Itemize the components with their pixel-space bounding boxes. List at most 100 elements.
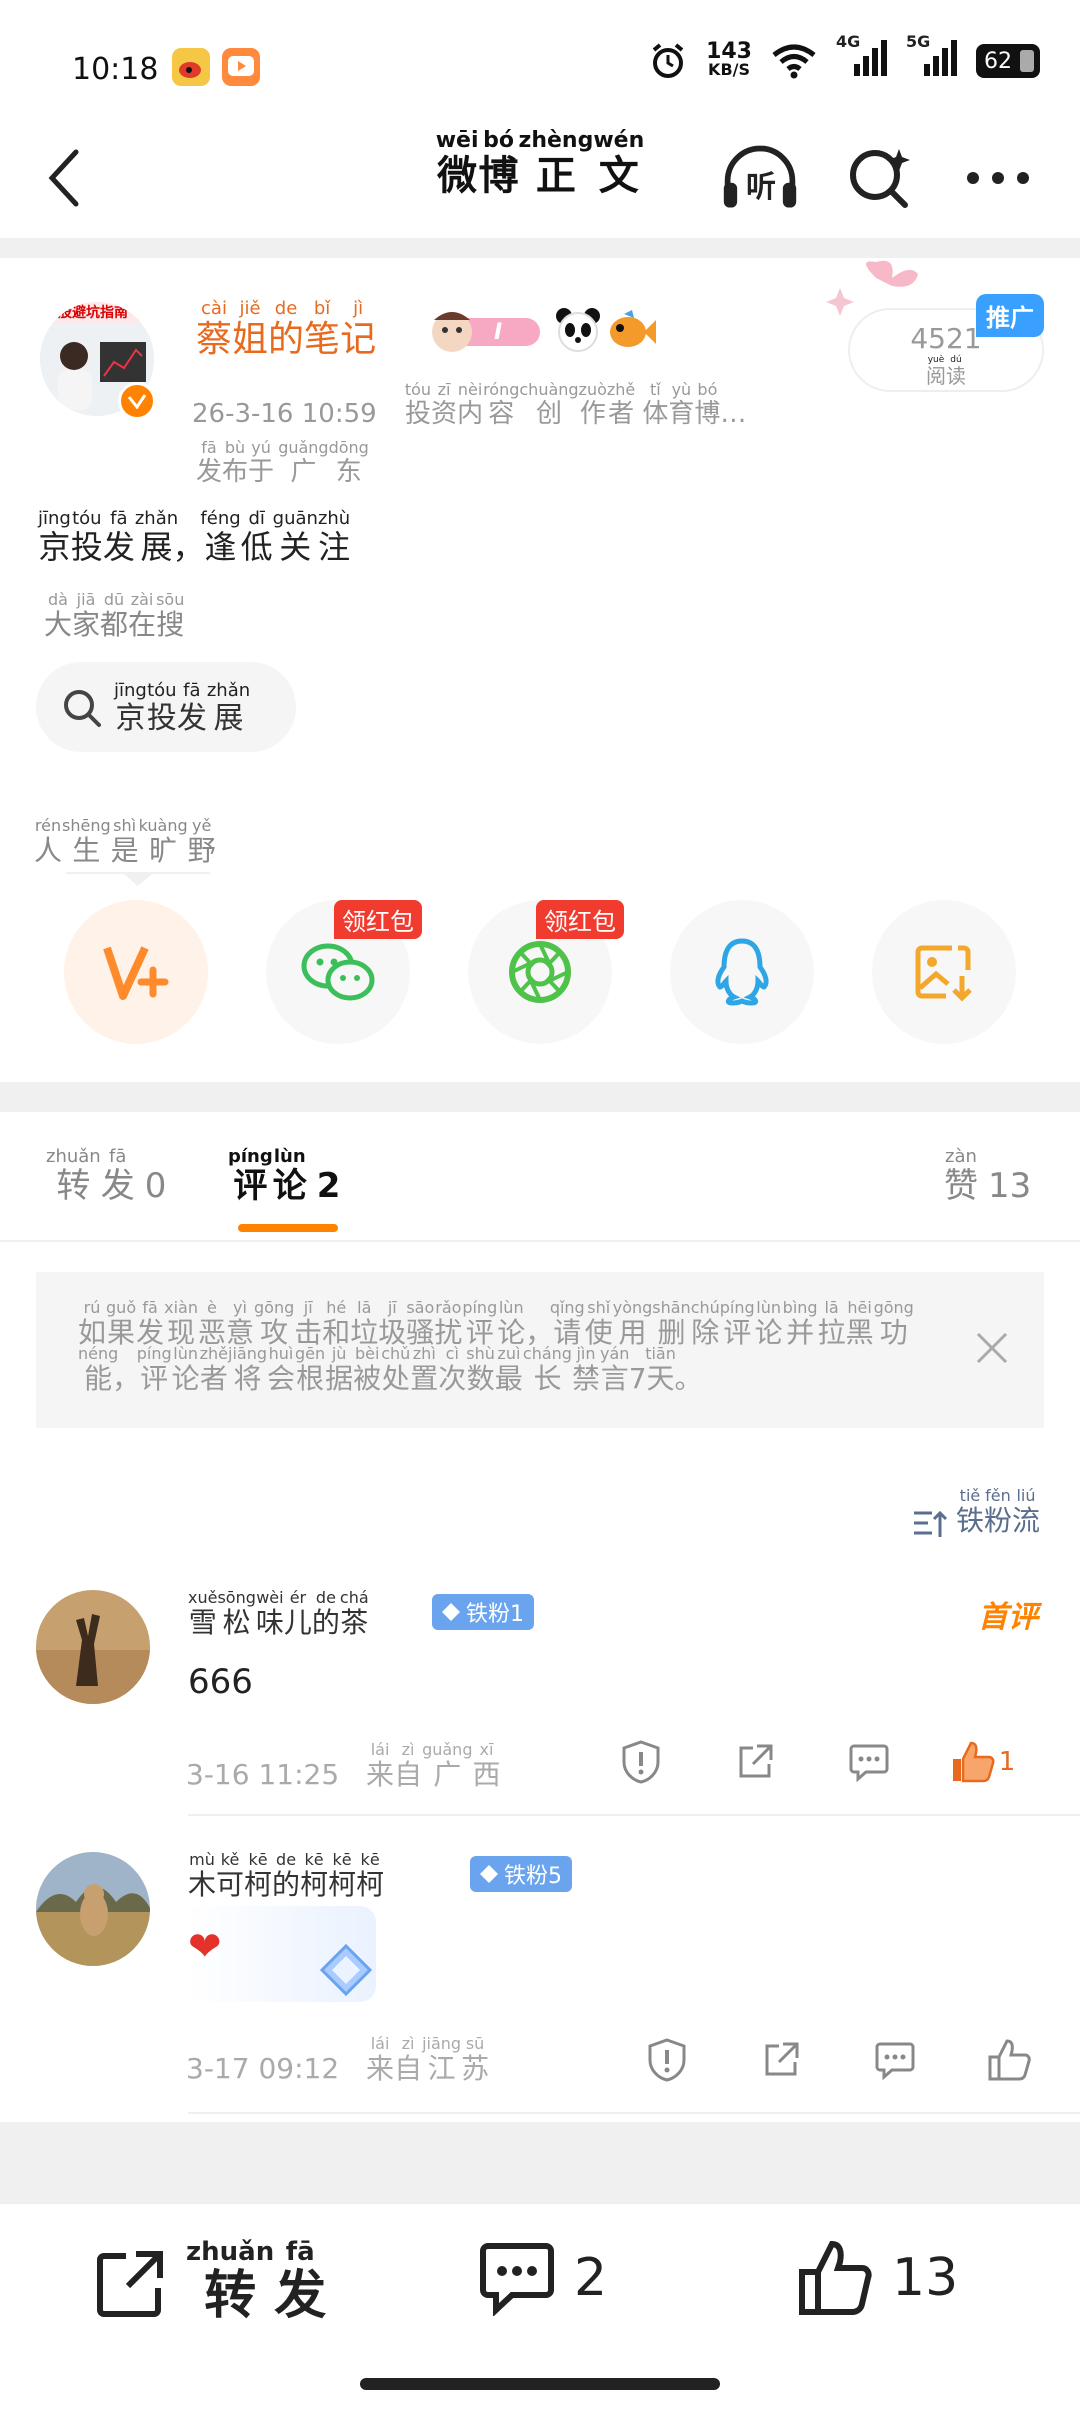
comment-bubble-icon [480, 2243, 554, 2316]
level-badge: I [428, 306, 544, 360]
diamond-icon [480, 1865, 498, 1883]
commenter-name[interactable]: 木mù可kě柯kē的de柯kē柯kē柯kē [188, 1850, 384, 1903]
report-shield-icon [622, 1740, 660, 1784]
creator-tag[interactable]: 投tóu资zī内nèi容róng创chuàng作zuò者zhě 体tǐ育yù博b… [405, 380, 747, 429]
fan-badge: 铁粉5 [470, 1856, 572, 1892]
post-location: 发fā布bù于yú 广guǎng东dōng [196, 438, 369, 487]
fan-badge-text: 铁粉1 [466, 1602, 524, 1627]
comment-like-button[interactable] [952, 2030, 1066, 2090]
more-dots-icon [967, 172, 1029, 184]
repost-comment-button[interactable] [724, 2030, 838, 2090]
tab-likes-count: 13 [988, 1166, 1032, 1206]
sort-toggle[interactable]: 铁tiě粉fěn流liú [912, 1486, 1040, 1539]
comment-text: 666 [188, 1662, 253, 1702]
share-qq-button[interactable] [670, 900, 814, 1044]
comment-item: 雪xuě松sōng味wèi儿ér的de茶chá 铁粉1 首评 666 3-16 … [0, 1582, 1080, 1822]
post-meta: 26-3-16 10:59 投tóu资zī内nèi容róng创chuàng作zu… [192, 380, 747, 430]
sticker-card: ❤ [186, 1906, 376, 2002]
comment-location: 来lái自zì广guǎng西xī [366, 1740, 501, 1791]
comment-time: 3-16 11:25 [186, 1758, 340, 1791]
vplus-icon [103, 946, 169, 1000]
post-timestamp: 26-3-16 10:59 [192, 399, 377, 429]
status-bar: 10:18 143 KB/S 4G 5G 62 [0, 0, 1080, 120]
sparkle-search-icon [850, 149, 910, 208]
redpack-tag-moments: 领红包 [536, 900, 624, 939]
report-button[interactable] [610, 2030, 724, 2090]
fan-badge-text: 铁粉5 [504, 1864, 562, 1889]
panda-icon [554, 306, 602, 358]
share-vplus-button[interactable] [64, 900, 208, 1044]
share-icon [765, 2042, 799, 2076]
report-button[interactable] [584, 1732, 698, 1792]
alarm-icon [652, 43, 684, 78]
reply-button[interactable] [812, 1732, 926, 1792]
heart-emoji: ❤ [188, 1924, 222, 1970]
redpack-tag-wechat: 领红包 [334, 900, 422, 939]
comment-actions [610, 2030, 1066, 2090]
author-name[interactable]: 蔡cài姐jiě的de笔bǐ记jì [196, 298, 376, 362]
fan-badge: 铁粉1 [432, 1594, 534, 1630]
qq-icon [715, 938, 769, 1006]
comment-meta: 3-16 11:25 来lái自zì广guǎng西xī [186, 1740, 501, 1793]
diamond-sticker-icon [319, 1943, 373, 1997]
footer-band [0, 2122, 1080, 2202]
close-icon[interactable] [974, 1330, 1010, 1366]
topic-search-chip[interactable]: 京jīng投tóu发fā展zhǎn [36, 662, 296, 752]
listen-button[interactable]: 听 [720, 138, 800, 218]
comment-item: 木mù可kě柯kē的de柯kē柯kē柯kē 铁粉5 ❤ 3-17 09:12 来… [0, 1840, 1080, 2120]
comment-notice: 如rú果guǒ发fā现xiàn恶è意yì攻gōng击jī和hé垃lā圾jī骚sā… [36, 1272, 1044, 1428]
repost-icon [97, 2251, 163, 2317]
comment-count: 2 [574, 2248, 608, 2308]
sort-icon [913, 1510, 948, 1537]
tab-likes[interactable]: 赞zàn 13 [944, 1146, 1032, 1207]
more-button[interactable] [958, 138, 1038, 218]
tab-comments[interactable]: 评píng论lùn2 [228, 1146, 340, 1207]
top-nav: 微wēi博bó正zhèng文wén 听 [0, 120, 1080, 238]
read-count-label: 阅yuè读dú [926, 355, 966, 388]
ai-search-button[interactable] [840, 138, 920, 218]
thumbs-up-icon [799, 2240, 872, 2315]
comment-like-button[interactable]: 1 [926, 1732, 1040, 1792]
comment-bubble-icon [849, 1744, 889, 1782]
share-save-image-button[interactable] [872, 900, 1016, 1044]
tab-repost[interactable]: 转zhuǎn发fā0 [46, 1146, 167, 1207]
check-icon [127, 394, 147, 409]
weibo-app-icon [172, 48, 210, 86]
reply-button[interactable] [838, 2030, 952, 2090]
comment-location: 来lái自zì江jiāng苏sū [366, 2034, 490, 2085]
save-image-icon [915, 945, 972, 1002]
divider-band [0, 238, 1080, 258]
commenter-avatar[interactable] [36, 1852, 150, 1966]
divider-band [0, 1082, 1080, 1112]
tab-comments-label: 评píng论lùn [228, 1146, 307, 1206]
report-shield-icon [648, 2038, 686, 2082]
commenter-avatar[interactable] [36, 1590, 150, 1704]
wifi-icon [772, 44, 816, 79]
thumbs-up-icon [988, 2039, 1031, 2081]
listen-label: 听 [746, 170, 776, 205]
promote-badge[interactable]: 推广 [976, 294, 1044, 337]
home-indicator [360, 2378, 720, 2390]
share-icon [739, 1744, 773, 1778]
thumbs-up-filled-icon [952, 1741, 995, 1783]
share-targets: 领红包 领红包 [0, 900, 1080, 1050]
sort-label: 铁tiě粉fěn流liú [955, 1486, 1040, 1537]
wechat-icon [301, 943, 375, 1001]
like-button[interactable]: 13 [796, 2240, 958, 2316]
repost-button[interactable]: 转zhuǎn发fā [92, 2237, 327, 2328]
clock: 10:18 [72, 52, 159, 87]
commenter-name[interactable]: 雪xuě松sōng味wèi儿ér的de茶chá [188, 1588, 369, 1641]
tab-indicator [238, 1224, 338, 1232]
moments-icon [509, 941, 571, 1003]
repost-comment-button[interactable] [698, 1732, 812, 1792]
repost-label: 转zhuǎn发fā [186, 2237, 327, 2326]
comment-button[interactable]: 2 [478, 2240, 607, 2316]
signal-5g-icon: 5G [906, 32, 958, 82]
comment-meta: 3-17 09:12 来lái自zì江jiāng苏sū [186, 2034, 490, 2087]
user-signature: 人rén生shēng是shì旷kuàng野yě [34, 816, 216, 867]
tab-repost-count: 0 [144, 1166, 167, 1206]
comment-like-count: 1 [998, 1747, 1016, 1777]
comment-bubble-icon [875, 2042, 915, 2080]
post-tabs: 转zhuǎn发fā0 评píng论lùn2 赞zàn 13 [0, 1112, 1080, 1242]
post-text: 京jīng投tóu发fā展zhǎn，逢féng低dī关guān注zhù [38, 508, 351, 566]
